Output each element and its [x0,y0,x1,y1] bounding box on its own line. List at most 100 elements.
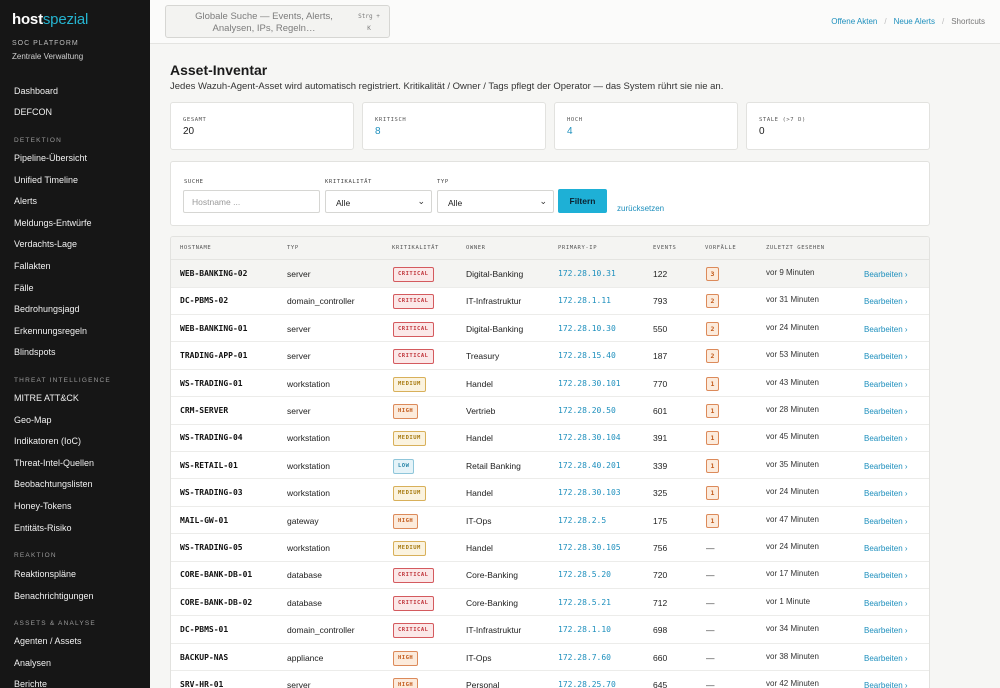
col-type[interactable]: TYP [287,245,299,251]
sidebar-item[interactable]: Fallakten [14,261,51,271]
table-row[interactable]: WS-TRADING-04 workstation MEDIUM Handel 172.… [171,424,929,452]
sidebar-item[interactable]: Bedrohungsjagd [14,304,80,314]
sidebar-item[interactable]: MITRE ATT&CK [14,393,79,403]
table-row[interactable]: WS-TRADING-05 workstation MEDIUM Handel 172.… [171,534,929,562]
col-last-seen[interactable]: ZULETZT GESEHEN [766,245,825,251]
table-row[interactable]: DC-PBMS-01 domain_controller CRITICAL IT-In… [171,616,929,644]
reset-filters-link[interactable]: zurücksetzen [617,204,664,213]
sidebar-item[interactable]: Fälle [14,283,34,293]
edit-link[interactable]: Bearbeiten › [864,681,908,688]
logo[interactable]: hostspezial [12,11,88,28]
link-open-cases[interactable]: Offene Akten [831,17,877,26]
edit-link[interactable]: Bearbeiten › [864,489,908,498]
primary-ip-link[interactable]: 172.28.1.11 [558,296,611,305]
primary-ip-link[interactable]: 172.28.5.21 [558,598,611,607]
sidebar-item[interactable]: Erkennungsregeln [14,326,87,336]
edit-link[interactable]: Bearbeiten › [864,434,908,443]
sidebar-item[interactable]: Blindspots [14,347,56,357]
table-row[interactable]: WEB-BANKING-02 server CRITICAL Digital-Bank… [171,260,929,288]
sidebar-item[interactable]: DEFCON [14,107,52,117]
sidebar-item[interactable]: Meldungs-Entwürfe [14,218,92,228]
edit-link[interactable]: Bearbeiten › [864,654,908,663]
nav-section-label: THREAT INTELLIGENCE [14,377,111,384]
sidebar-item[interactable]: Dashboard [14,86,58,96]
table-row[interactable]: WS-TRADING-01 workstation MEDIUM Handel 172.… [171,370,929,398]
criticality-select[interactable]: Alle ⌄ [325,190,432,213]
table-row[interactable]: TRADING-APP-01 server CRITICAL Treasury 172.… [171,342,929,370]
sidebar-item[interactable]: Pipeline-Übersicht [14,153,87,163]
hostname: TRADING-APP-01 [180,351,248,361]
criticality-badge: MEDIUM [393,376,426,392]
edit-link[interactable]: Bearbeiten › [864,380,908,389]
sidebar-item[interactable]: Reaktionspläne [14,569,76,579]
primary-ip-link[interactable]: 172.28.30.101 [558,379,621,388]
edit-link[interactable]: Bearbeiten › [864,571,908,580]
edit-link[interactable]: Bearbeiten › [864,407,908,416]
edit-link[interactable]: Bearbeiten › [864,352,908,361]
primary-ip-link[interactable]: 172.28.10.31 [558,269,616,278]
table-row[interactable]: BACKUP-NAS appliance HIGH IT-Ops 172.28.7.60… [171,644,929,672]
col-primary-ip[interactable]: PRIMARY-IP [558,245,597,251]
filter-button[interactable]: Filtern [558,189,607,213]
edit-link[interactable]: Bearbeiten › [864,599,908,608]
edit-link[interactable]: Bearbeiten › [864,270,908,279]
global-search-input[interactable]: Globale Suche — Events, Alerts, Analysen… [165,5,390,38]
sidebar-item[interactable]: Entitäts-Risiko [14,523,72,533]
sidebar-item[interactable]: Verdachts-Lage [14,239,77,249]
edit-link[interactable]: Bearbeiten › [864,462,908,471]
table-row[interactable]: WEB-BANKING-01 server CRITICAL Digital-Bank… [171,315,929,343]
sidebar-item[interactable]: Geo-Map [14,415,52,425]
sidebar-item[interactable]: Beobachtungslisten [14,479,93,489]
primary-ip-link[interactable]: 172.28.7.60 [558,653,611,662]
hostname-search-input[interactable] [183,190,320,213]
primary-ip-link[interactable]: 172.28.15.40 [558,351,616,360]
primary-ip-link[interactable]: 172.28.30.104 [558,433,621,442]
link-new-alerts[interactable]: Neue Alerts [894,17,935,26]
primary-ip-link[interactable]: 172.28.40.201 [558,461,621,470]
sidebar-item[interactable]: Benachrichtigungen [14,591,94,601]
type-select[interactable]: Alle ⌄ [437,190,554,213]
stat-value: 0 [759,126,765,137]
table-row[interactable]: SRV-HR-01 server HIGH Personal 172.28.25.70 6… [171,671,929,688]
col-criticality[interactable]: KRITIKALITÄT [392,245,439,251]
primary-ip-link[interactable]: 172.28.20.50 [558,406,616,415]
sidebar-item[interactable]: Honey-Tokens [14,501,72,511]
primary-ip-link[interactable]: 172.28.1.10 [558,625,611,634]
primary-ip-link[interactable]: 172.28.2.5 [558,516,606,525]
table-row[interactable]: WS-RETAIL-01 workstation LOW Retail Banking… [171,452,929,480]
table-row[interactable]: WS-TRADING-03 workstation MEDIUM Handel 172.… [171,479,929,507]
primary-ip-link[interactable]: 172.28.10.30 [558,324,616,333]
col-hostname[interactable]: HOSTNAME [180,245,211,251]
col-events[interactable]: EVENTS [653,245,676,251]
primary-ip-link[interactable]: 172.28.30.103 [558,488,621,497]
edit-link[interactable]: Bearbeiten › [864,517,908,526]
table-row[interactable]: DC-PBMS-02 domain_controller CRITICAL IT-In… [171,287,929,315]
table-row[interactable]: MAIL-GW-01 gateway HIGH IT-Ops 172.28.2.5 175… [171,507,929,535]
sidebar-item[interactable]: Analysen [14,658,51,668]
primary-ip-link[interactable]: 172.28.5.20 [558,570,611,579]
edit-link[interactable]: Bearbeiten › [864,544,908,553]
col-incidents[interactable]: VORFÄLLE [705,245,736,251]
sidebar-item[interactable]: Alerts [14,196,37,206]
edit-link[interactable]: Bearbeiten › [864,325,908,334]
last-seen: vor 1 Minute [766,596,811,606]
stat-value[interactable]: 4 [567,126,573,137]
sidebar-item[interactable]: Threat-Intel-Quellen [14,458,94,468]
sidebar-item[interactable]: Unified Timeline [14,175,78,185]
primary-ip-link[interactable]: 172.28.30.105 [558,543,621,552]
table-row[interactable]: CRM-SERVER server HIGH Vertrieb 172.28.20.50… [171,397,929,425]
sidebar-item[interactable]: Berichte [14,679,47,688]
edit-link[interactable]: Bearbeiten › [864,626,908,635]
col-owner[interactable]: OWNER [466,245,486,251]
sidebar-item[interactable]: Indikatoren (IoC) [14,436,81,446]
primary-ip-link[interactable]: 172.28.25.70 [558,680,616,688]
sidebar-item[interactable]: Agenten / Assets [14,636,82,646]
owner: Handel [466,433,493,444]
stat-value[interactable]: 8 [375,126,381,137]
event-count: 698 [653,625,668,636]
table-row[interactable]: CORE-BANK-DB-01 database CRITICAL Core-Bank… [171,561,929,589]
table-row[interactable]: CORE-BANK-DB-02 database CRITICAL Core-Bank… [171,589,929,617]
link-shortcuts[interactable]: Shortcuts [951,17,985,26]
logo-accent: spezial [42,11,89,28]
edit-link[interactable]: Bearbeiten › [864,297,908,306]
